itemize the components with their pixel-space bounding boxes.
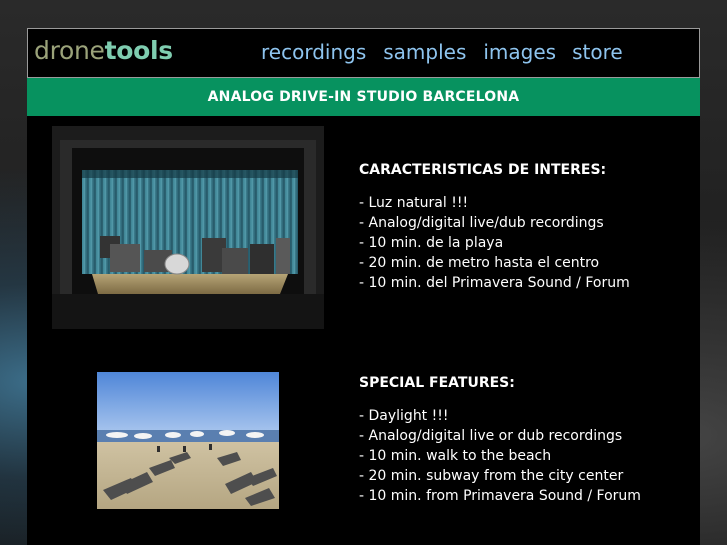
nav-link-recordings[interactable]: recordings (261, 39, 366, 65)
list-item: - 20 min. de metro hasta el centro (359, 255, 600, 271)
list-item: - 10 min. del Primavera Sound / Forum (359, 275, 630, 291)
page-title-banner: ANALOG DRIVE-IN STUDIO BARCELONA (27, 78, 700, 116)
nav-link-samples[interactable]: samples (383, 39, 466, 65)
features-es-list: - Luz natural !!! - Analog/digital live/… (359, 193, 630, 293)
features-en: SPECIAL FEATURES: - Daylight !!! - Analo… (359, 373, 641, 506)
list-item: - 10 min. walk to the beach (359, 448, 552, 464)
page-frame: dronetools recordings samples images sto… (27, 28, 700, 545)
logo-text-drone: drone (34, 36, 105, 65)
features-es: CARACTERISTICAS DE INTERES: - Luz natura… (359, 160, 630, 293)
features-en-list: - Daylight !!! - Analog/digital live or … (359, 406, 641, 506)
beach-photo (97, 372, 279, 509)
list-item: - 10 min. from Primavera Sound / Forum (359, 488, 641, 504)
nav-link-images[interactable]: images (483, 39, 556, 65)
list-item: - Analog/digital live/dub recordings (359, 215, 604, 231)
list-item: - Luz natural !!! (359, 195, 469, 211)
logo-text-tools: tools (104, 36, 174, 65)
list-item: - Daylight !!! (359, 408, 449, 424)
list-item: - Analog/digital live or dub recordings (359, 428, 623, 444)
list-item: - 20 min. subway from the city center (359, 468, 624, 484)
site-header: dronetools recordings samples images sto… (27, 28, 700, 78)
features-en-title: SPECIAL FEATURES: (359, 375, 515, 391)
site-logo[interactable]: dronetools (34, 36, 173, 66)
nav-link-store[interactable]: store (572, 39, 623, 65)
main-nav: recordings samples images store (261, 39, 640, 65)
studio-photo (52, 126, 324, 329)
list-item: - 10 min. de la playa (359, 235, 504, 251)
features-es-title: CARACTERISTICAS DE INTERES: (359, 162, 607, 178)
